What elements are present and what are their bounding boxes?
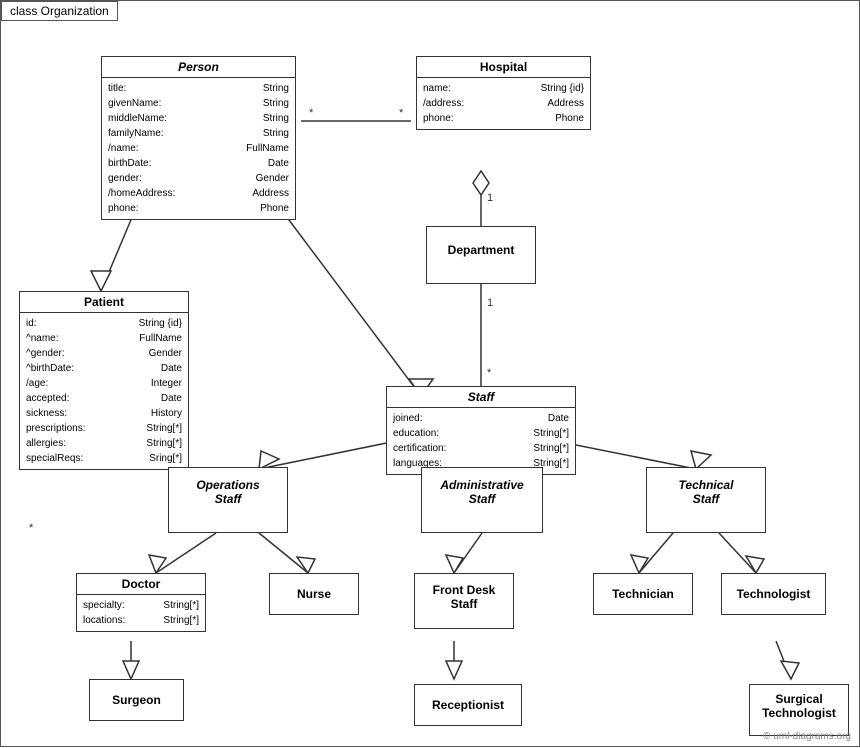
svg-text:1: 1: [487, 192, 493, 204]
technician-class: Technician: [593, 573, 693, 615]
doctor-class-name: Doctor: [77, 574, 205, 595]
hospital-class: Hospital name:String {id} /address:Addre…: [416, 56, 591, 130]
technical-staff-class: TechnicalStaff: [646, 467, 766, 533]
department-class-name: Department: [427, 227, 535, 273]
receptionist-class: Receptionist: [414, 684, 522, 726]
doctor-class: Doctor specialty:String[*] locations:Str…: [76, 573, 206, 632]
administrative-staff-class: AdministrativeStaff: [421, 467, 543, 533]
patient-class: Patient id:String {id} ^name:FullName ^g…: [19, 291, 189, 470]
svg-text:*: *: [29, 522, 34, 534]
technical-staff-name: TechnicalStaff: [647, 468, 765, 516]
staff-class-name: Staff: [387, 387, 575, 408]
operations-staff-name: OperationsStaff: [169, 468, 287, 516]
person-class-name: Person: [102, 57, 295, 78]
copyright-text: © uml-diagrams.org: [763, 731, 851, 742]
department-class: Department: [426, 226, 536, 284]
technician-class-name: Technician: [594, 574, 692, 614]
svg-text:*: *: [309, 107, 314, 119]
front-desk-staff-name: Front DeskStaff: [415, 574, 513, 620]
administrative-staff-name: AdministrativeStaff: [422, 468, 542, 516]
surgical-technologist-name: SurgicalTechnologist: [750, 685, 848, 727]
staff-attrs: joined:Date education:String[*] certific…: [387, 408, 575, 474]
svg-text:*: *: [487, 367, 492, 379]
receptionist-class-name: Receptionist: [415, 685, 521, 725]
operations-staff-class: OperationsStaff: [168, 467, 288, 533]
surgeon-class: Surgeon: [89, 679, 184, 721]
patient-class-name: Patient: [20, 292, 188, 313]
staff-class: Staff joined:Date education:String[*] ce…: [386, 386, 576, 475]
nurse-class: Nurse: [269, 573, 359, 615]
technologist-class: Technologist: [721, 573, 826, 615]
hospital-attrs: name:String {id} /address:Address phone:…: [417, 78, 590, 129]
diagram-container: class Organization * * 1 * 1 *: [0, 0, 860, 747]
person-attrs: title:String givenName:String middleName…: [102, 78, 295, 219]
doctor-attrs: specialty:String[*] locations:String[*]: [77, 595, 205, 631]
patient-attrs: id:String {id} ^name:FullName ^gender:Ge…: [20, 313, 188, 469]
surgeon-class-name: Surgeon: [90, 680, 183, 720]
svg-text:*: *: [399, 107, 404, 119]
person-class: Person title:String givenName:String mid…: [101, 56, 296, 220]
diagram-title: class Organization: [1, 1, 118, 21]
nurse-class-name: Nurse: [270, 574, 358, 614]
technologist-class-name: Technologist: [722, 574, 825, 614]
surgical-technologist-class: SurgicalTechnologist: [749, 684, 849, 736]
svg-text:1: 1: [487, 297, 493, 309]
hospital-class-name: Hospital: [417, 57, 590, 78]
front-desk-staff-class: Front DeskStaff: [414, 573, 514, 629]
